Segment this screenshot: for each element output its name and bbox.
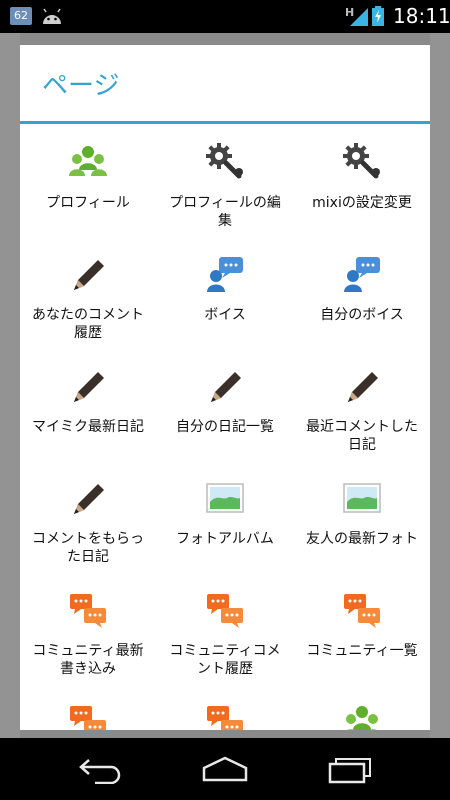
page-item[interactable] [157, 690, 293, 730]
pencil-icon [68, 478, 108, 518]
photo-icon [205, 478, 245, 518]
page-item-label: 最近コメントした日記 [306, 419, 418, 453]
page-item-label: ボイス [204, 307, 246, 323]
status-bar: 62 H 18:11 [0, 0, 450, 33]
signal-icon [350, 8, 368, 26]
page-item[interactable]: マイミク最新日記 [20, 354, 156, 466]
page-item-label: 自分のボイス [320, 307, 404, 323]
pencil-icon [342, 366, 382, 406]
dialog-title: ページ [42, 71, 120, 101]
page-item-label: コミュニティ一覧 [306, 643, 418, 659]
android-icon [43, 8, 61, 24]
notification-count-badge: 62 [10, 7, 32, 25]
page-item-label: コミュニティコメント履歴 [169, 643, 281, 677]
page-item-label: コミュニティ最新書き込み [32, 643, 144, 677]
page-item[interactable]: プロフィールの編集 [157, 130, 293, 242]
page-item[interactable]: フォトアルバム [157, 466, 293, 578]
page-item-label: マイミク最新日記 [32, 419, 144, 435]
people-icon [68, 142, 108, 182]
page-item-label: あなたのコメント履歴 [32, 307, 144, 341]
page-item[interactable]: コメントをもらった日記 [20, 466, 156, 578]
page-item-label: mixiの設定変更 [312, 195, 412, 211]
page-item[interactable]: 自分の日記一覧 [157, 354, 293, 466]
voice-icon [205, 254, 245, 294]
pencil-icon [68, 254, 108, 294]
clock: 18:11 [393, 4, 450, 28]
battery-icon [372, 6, 384, 26]
page-item[interactable]: 友人の最新フォト [294, 466, 430, 578]
voice-icon [342, 254, 382, 294]
page-item[interactable] [20, 690, 156, 730]
community-icon [68, 702, 108, 730]
navigation-bar [0, 738, 450, 800]
page-item[interactable]: mixiの設定変更 [294, 130, 430, 242]
page-item[interactable]: 自分のボイス [294, 242, 430, 354]
page-item-label: 自分の日記一覧 [176, 419, 274, 435]
community-icon [342, 590, 382, 630]
pencil-icon [205, 366, 245, 406]
page-item[interactable]: コミュニティ最新書き込み [20, 578, 156, 690]
community-icon [205, 702, 245, 730]
recent-apps-icon[interactable] [325, 754, 375, 784]
back-icon[interactable] [75, 754, 125, 784]
title-divider [20, 121, 430, 124]
page-item[interactable]: プロフィール [20, 130, 156, 242]
page-item-label: コメントをもらった日記 [32, 531, 144, 565]
page-item[interactable]: 最近コメントした日記 [294, 354, 430, 466]
page-item-label: フォトアルバム [176, 531, 274, 547]
community-icon [68, 590, 108, 630]
home-icon[interactable] [200, 754, 250, 784]
page-dialog: ページ プロフィール プロフィールの編集 mixiの設定変更あなたのコメント履歴 ボイ… [20, 45, 430, 730]
pencil-icon [68, 366, 108, 406]
community-icon [205, 590, 245, 630]
gear-wrench-icon [342, 142, 382, 182]
page-item-label: プロフィールの編集 [169, 195, 281, 229]
page-item-label: 友人の最新フォト [306, 531, 418, 547]
page-item[interactable] [294, 690, 430, 730]
page-item[interactable]: あなたのコメント履歴 [20, 242, 156, 354]
page-item-label: プロフィール [46, 195, 130, 211]
gear-wrench-icon [205, 142, 245, 182]
page-item[interactable]: ボイス [157, 242, 293, 354]
people-icon [342, 702, 382, 730]
page-item[interactable]: コミュニティ一覧 [294, 578, 430, 690]
photo-icon [342, 478, 382, 518]
page-item[interactable]: コミュニティコメント履歴 [157, 578, 293, 690]
